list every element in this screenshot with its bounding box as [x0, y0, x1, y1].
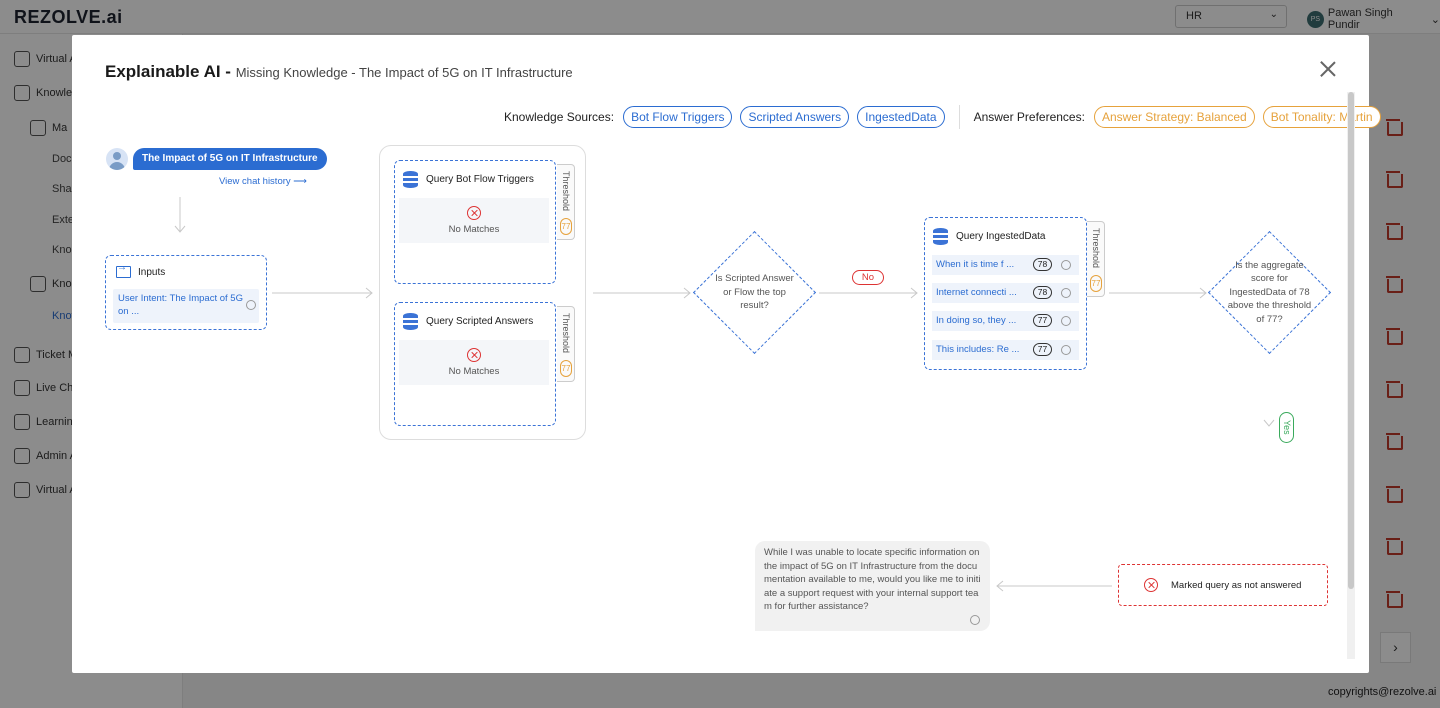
yes-badge: Yes — [1279, 412, 1294, 443]
ingested-result-row[interactable]: Internet connecti ... 78 — [932, 283, 1079, 303]
arrow-right-icon: ⟶ — [293, 176, 307, 187]
query-scripted-header: Query Scripted Answers — [403, 313, 533, 330]
threshold-tab-bot-flow: Threshold 77 — [557, 164, 575, 240]
link-icon[interactable] — [1061, 316, 1071, 326]
link-icon[interactable] — [246, 300, 256, 310]
no-matches-panel: No Matches — [399, 340, 549, 385]
link-icon[interactable] — [1061, 288, 1071, 298]
database-icon — [403, 313, 418, 330]
inputs-title: Inputs — [138, 266, 166, 278]
view-chat-history-link[interactable]: View chat history ⟶ — [219, 176, 307, 187]
score-badge: 77 — [1033, 343, 1052, 356]
score-badge: 77 — [1033, 314, 1052, 327]
no-matches-text: No Matches — [448, 366, 500, 377]
modal-scrollbar[interactable] — [1347, 92, 1355, 659]
query-bot-flow-node: Query Bot Flow Triggers No Matches — [394, 160, 556, 284]
query-ingested-header: Query IngestedData — [933, 228, 1046, 245]
error-icon — [467, 206, 481, 220]
ingested-result-row[interactable]: This includes: Re ... 77 — [932, 340, 1079, 360]
query-ingested-title: Query IngestedData — [956, 231, 1046, 242]
no-badge: No — [852, 270, 884, 285]
ingested-result-text: When it is time f ... — [936, 259, 1015, 270]
threshold-tab-ingested: Threshold 77 — [1087, 221, 1105, 297]
inputs-node: Inputs User Intent: The Impact of 5G on … — [105, 255, 267, 330]
threshold-label: Threshold — [561, 171, 571, 212]
query-scripted-title: Query Scripted Answers — [426, 316, 534, 327]
threshold-label: Threshold — [1091, 228, 1101, 269]
database-icon — [933, 228, 948, 245]
user-intent: User Intent: The Impact of 5G on ... — [113, 289, 259, 323]
decision-text: Is Scripted Answer or Flow the top resul… — [715, 273, 794, 312]
link-icon[interactable] — [1061, 345, 1071, 355]
ingested-result-text: In doing so, they ... — [936, 315, 1017, 326]
no-matches-panel: No Matches — [399, 198, 549, 243]
explainable-ai-modal: Explainable AI - Missing Knowledge - The… — [72, 35, 1381, 673]
link-icon[interactable] — [970, 615, 980, 625]
no-matches-text: No Matches — [448, 224, 500, 235]
scrollbar-thumb[interactable] — [1348, 92, 1354, 589]
error-icon — [467, 348, 481, 362]
threshold-tab-scripted: Threshold 77 — [557, 306, 575, 382]
bot-answer-bubble: While I was unable to locate specific in… — [755, 541, 990, 631]
threshold-value: 77 — [1090, 275, 1102, 292]
ingested-result-row[interactable]: When it is time f ... 78 — [932, 255, 1079, 275]
decision-text: Is the aggregate score for IngestedData … — [1227, 259, 1312, 325]
ingested-result-row[interactable]: In doing so, they ... 77 — [932, 311, 1079, 331]
database-icon — [403, 171, 418, 188]
threshold-label: Threshold — [561, 313, 571, 354]
user-avatar — [106, 148, 128, 170]
decision-scripted-top-result: Is Scripted Answer or Flow the top resul… — [692, 230, 817, 355]
marked-not-answered-text: Marked query as not answered — [1171, 579, 1302, 591]
link-icon[interactable] — [1061, 260, 1071, 270]
query-scripted-node: Query Scripted Answers No Matches — [394, 302, 556, 426]
decision-aggregate-score: Is the aggregate score for IngestedData … — [1207, 230, 1332, 355]
input-icon — [116, 262, 131, 278]
user-intent-text: User Intent: The Impact of 5G on ... — [118, 293, 243, 317]
user-query-bubble: The Impact of 5G on IT Infrastructure — [133, 148, 327, 170]
score-badge: 78 — [1033, 258, 1052, 271]
view-chat-history-label: View chat history — [219, 176, 291, 187]
marked-not-answered-node: Marked query as not answered — [1118, 564, 1328, 606]
ingested-result-text: This includes: Re ... — [936, 344, 1020, 355]
threshold-value: 77 — [560, 218, 572, 235]
bot-answer-text: While I was unable to locate specific in… — [764, 547, 981, 613]
error-icon — [1144, 578, 1158, 592]
ingested-result-text: Internet connecti ... — [936, 287, 1017, 298]
score-badge: 78 — [1033, 286, 1052, 299]
query-bot-flow-title: Query Bot Flow Triggers — [426, 174, 534, 185]
inputs-header: Inputs — [116, 262, 166, 278]
threshold-value: 77 — [560, 360, 572, 377]
query-bot-flow-header: Query Bot Flow Triggers — [403, 171, 534, 188]
query-ingested-node: Query IngestedData When it is time f ...… — [924, 217, 1087, 370]
